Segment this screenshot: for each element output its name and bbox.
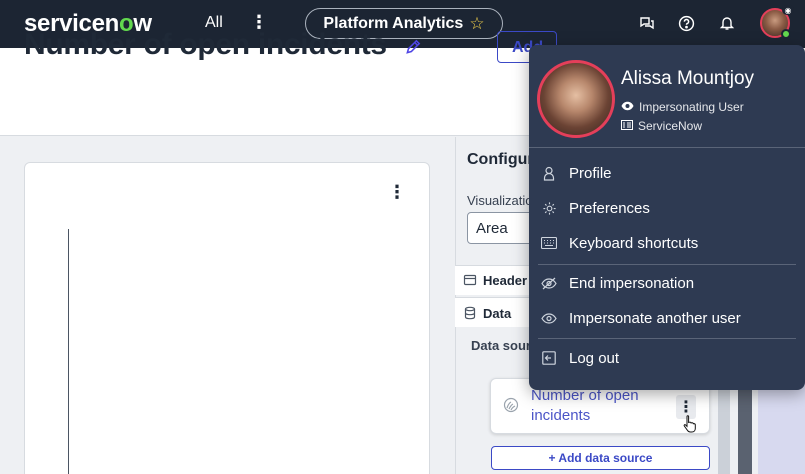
bell-icon[interactable] [717,13,737,33]
eye-off-icon [541,275,557,291]
menu-item-end-impersonation[interactable]: End impersonation [541,270,791,296]
menu-item-impersonate-another-user[interactable]: Impersonate another user [541,305,791,331]
add-data-source-button[interactable]: + Add data source [491,446,710,470]
logout-icon [541,350,557,366]
star-icon[interactable]: ☆ [469,14,484,34]
menu-item-label: Preferences [569,199,650,217]
menu-divider [538,338,796,339]
avatar[interactable]: ◉ [760,5,794,39]
menu-item-log-out[interactable]: Log out [541,345,791,371]
menu-item-label: Impersonate another user [569,309,741,327]
menu-divider [529,147,805,148]
eye-icon [621,100,634,114]
impersonating-status: Impersonating User [621,100,744,114]
help-icon[interactable] [676,13,696,33]
online-status-icon [781,29,791,39]
company-label: ServiceNow [638,119,703,133]
hand-cursor-icon [682,414,698,434]
menu-item-keyboard-shortcuts[interactable]: Keyboard shortcuts [541,230,791,256]
database-icon [463,306,477,320]
menu-item-label: Profile [569,164,612,182]
chart-y-axis [68,229,69,474]
gear-icon [541,200,557,216]
company-info: ServiceNow [621,119,702,133]
page-title: Number of open incidents [24,28,387,61]
company-icon [621,119,633,133]
menu-divider [538,264,796,265]
section-data-label: Data [483,306,512,321]
edit-title-icon[interactable] [404,38,424,58]
menu-item-profile[interactable]: Profile [541,160,791,186]
header-section-icon [463,273,477,287]
chart-menu-button[interactable]: ⋮ [388,182,406,203]
keyboard-icon [541,235,557,251]
eye-icon [541,310,557,326]
menu-item-preferences[interactable]: Preferences [541,195,791,221]
data-source-name[interactable]: Number of open incidents [531,386,661,426]
user-avatar [537,60,615,138]
menu-item-label: End impersonation [569,274,695,292]
chat-icon[interactable] [637,13,657,33]
person-icon [541,165,557,181]
data-source-icon [503,397,519,413]
impersonation-badge-icon: ◉ [782,5,794,15]
menu-item-label: Keyboard shortcuts [569,234,699,252]
chart-card[interactable] [24,162,430,474]
menu-item-label: Log out [569,349,620,367]
impersonating-status-label: Impersonating User [639,100,744,114]
user-name: Alissa Mountjoy [621,68,755,89]
